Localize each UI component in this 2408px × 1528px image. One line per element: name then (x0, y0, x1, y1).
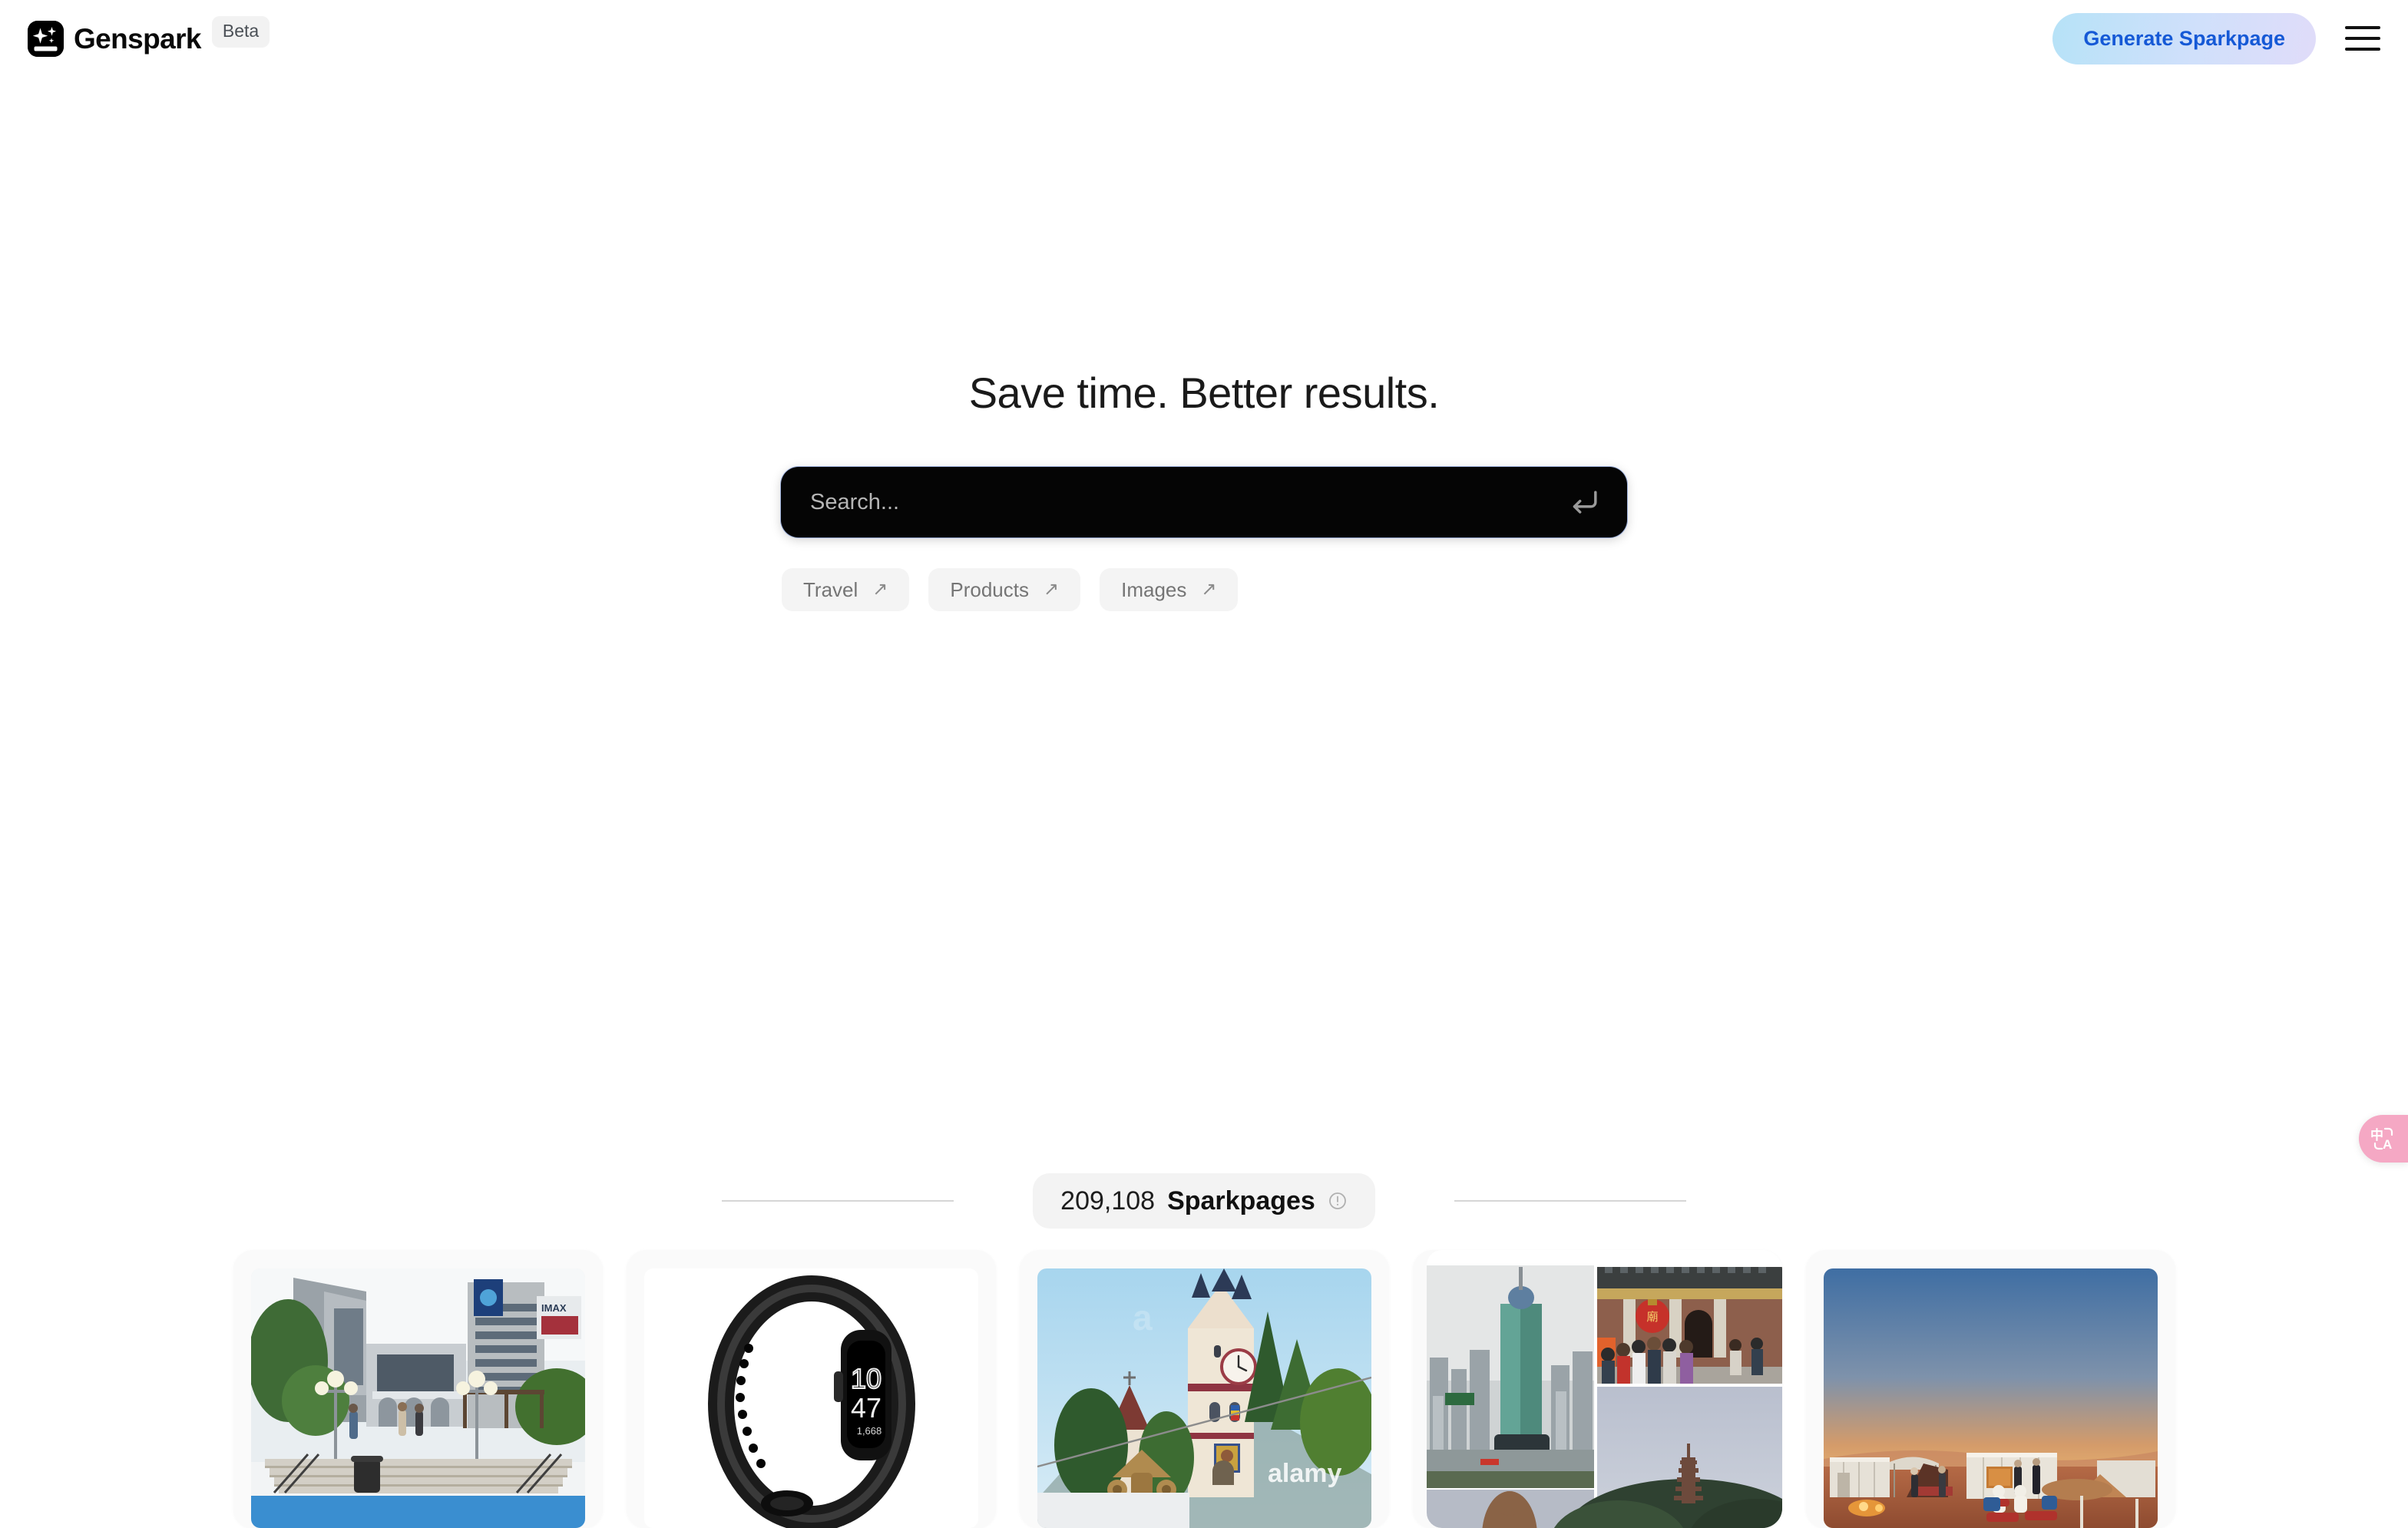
svg-text:a: a (1133, 1298, 1153, 1338)
svg-text:10: 10 (850, 1363, 881, 1394)
top-header: Genspark Beta Generate Sparkpage (0, 0, 2408, 77)
card-thumbnail: 10 47 1,668 (643, 1268, 978, 1528)
search-input[interactable] (810, 489, 1566, 515)
generate-sparkpage-button[interactable]: Generate Sparkpage (2052, 12, 2316, 64)
sparkpages-label: Sparkpages (1167, 1186, 1315, 1215)
card-thumbnail: IMAX (250, 1268, 585, 1528)
sparkpages-counter-row: 209,108 Sparkpages (0, 1173, 2408, 1229)
sparkpages-count: 209,108 (1060, 1186, 1156, 1215)
enter-return-icon[interactable] (1566, 485, 1601, 520)
search-bar[interactable] (781, 467, 1627, 538)
info-circle-icon[interactable] (1328, 1191, 1348, 1211)
chip-label: Travel (803, 578, 858, 602)
sparkpages-counter: 209,108 Sparkpages (1033, 1173, 1375, 1229)
page-title: Save time. Better results. (968, 369, 1440, 417)
card-thumbnail: alamy a (1037, 1268, 1371, 1528)
brand-name: Genspark (74, 22, 202, 55)
card-thumbnail (1823, 1268, 2158, 1528)
arrow-up-right-icon: ↗ (1044, 579, 1060, 600)
chip-images[interactable]: Images ↗ (1100, 568, 1239, 612)
chip-label: Products (950, 578, 1029, 602)
suggestion-chips: Travel ↗ Products ↗ Images ↗ (781, 568, 1627, 612)
card-city-collage[interactable]: 廟 (1412, 1250, 1782, 1528)
chip-travel[interactable]: Travel ↗ (782, 568, 910, 612)
card-desert-camp[interactable] (1805, 1250, 2175, 1528)
hamburger-menu-icon[interactable] (2345, 24, 2380, 53)
sparkle-logo-icon (28, 20, 64, 57)
sparkpage-cards: IMAX 10 47 1,668 alamy a 廟 (0, 1250, 2408, 1528)
beta-badge: Beta (211, 15, 270, 48)
hamburger-line (2345, 48, 2380, 51)
svg-text:中: 中 (2370, 1127, 2383, 1143)
card-museum-entrance[interactable]: IMAX (233, 1250, 603, 1528)
header-actions: Generate Sparkpage (2052, 12, 2380, 64)
svg-text:A: A (2383, 1137, 2392, 1152)
hero-section: Save time. Better results. Travel ↗ Prod… (0, 0, 2408, 612)
svg-text:廟: 廟 (1646, 1311, 1658, 1324)
arrow-up-right-icon: ↗ (872, 579, 888, 600)
hamburger-line (2345, 37, 2380, 40)
card-fitness-tracker[interactable]: 10 47 1,668 (626, 1250, 996, 1528)
svg-text:IMAX: IMAX (541, 1302, 567, 1314)
chip-label: Images (1121, 578, 1187, 602)
divider-right (1454, 1200, 1686, 1202)
hamburger-line (2345, 26, 2380, 29)
svg-text:alamy: alamy (1268, 1459, 1341, 1488)
translate-icon[interactable]: 中 A (2359, 1115, 2408, 1163)
card-thumbnail: 廟 (1426, 1250, 1782, 1528)
card-church-tower[interactable]: alamy a (1019, 1250, 1389, 1528)
divider-left (722, 1200, 954, 1202)
svg-text:47: 47 (850, 1392, 881, 1424)
brand[interactable]: Genspark Beta (28, 15, 270, 57)
arrow-up-right-icon: ↗ (1201, 579, 1217, 600)
svg-text:1,668: 1,668 (856, 1425, 882, 1437)
chip-products[interactable]: Products ↗ (928, 568, 1081, 612)
